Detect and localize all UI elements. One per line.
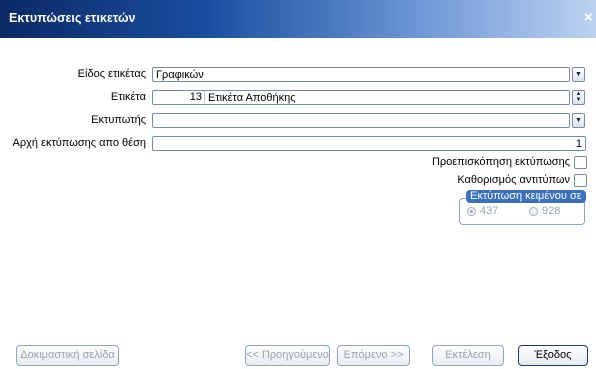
- radio-928[interactable]: 928: [529, 205, 560, 217]
- label-select[interactable]: 13 Ετικέτα Αποθήκης: [152, 90, 570, 105]
- chevron-down-icon: ▼: [575, 71, 582, 78]
- exit-button[interactable]: Έξοδος: [518, 345, 588, 366]
- start-position-label: Αρχή εκτύπωσης απο θέση: [12, 137, 147, 149]
- next-button[interactable]: Επόμενο >>: [337, 345, 410, 366]
- label-type-dropdown-button[interactable]: ▼: [572, 67, 585, 82]
- label-updown-button[interactable]: ▲ ▼: [572, 90, 585, 105]
- radio-928-label: 928: [542, 205, 561, 217]
- printer-label: Εκτυπωτής: [91, 114, 146, 126]
- title-bar: Εκτυπώσεις ετικετών ×: [0, 0, 596, 38]
- close-icon[interactable]: ×: [584, 9, 596, 26]
- execute-button[interactable]: Εκτέλεση: [432, 345, 504, 366]
- previous-button[interactable]: << Προηγούμενο: [245, 345, 330, 366]
- radio-437-label: 437: [480, 205, 499, 217]
- label-type-select[interactable]: Γραφικών: [152, 67, 570, 82]
- test-page-button[interactable]: Δοκιμαστική σελίδα: [16, 345, 119, 366]
- label-label: Ετικέτα: [110, 91, 146, 103]
- copies-setting-label: Καθορισμός αντιτύπων: [457, 174, 570, 186]
- copies-setting-checkbox[interactable]: [574, 174, 587, 187]
- start-position-value: 1: [575, 137, 582, 150]
- chevron-down-icon: ▼: [575, 117, 582, 124]
- print-preview-checkbox[interactable]: [574, 156, 587, 169]
- dialog-content: Είδος ετικέτας Γραφικών ▼ Ετικέτα 13 Ετι…: [0, 38, 596, 369]
- printer-dropdown-button[interactable]: ▼: [572, 113, 585, 128]
- radio-437[interactable]: 437: [467, 205, 498, 217]
- label-value: Ετικέτα Αποθήκης: [208, 91, 296, 104]
- print-preview-label: Προεπισκόπηση εκτύπωσης: [431, 156, 570, 168]
- label-number: 13: [153, 91, 205, 104]
- label-type-label: Είδος ετικέτας: [77, 68, 146, 80]
- radio-selected-icon: [467, 206, 476, 216]
- text-print-group-title: Εκτύπωση κειμένου σε: [466, 190, 586, 203]
- label-type-value: Γραφικών: [156, 68, 204, 81]
- chevron-up-down-icon: ▲ ▼: [575, 91, 582, 103]
- window-title: Εκτυπώσεις ετικετών: [9, 11, 136, 25]
- start-position-input[interactable]: 1: [152, 136, 586, 151]
- printer-select[interactable]: [152, 113, 570, 128]
- radio-unselected-icon: [529, 206, 538, 216]
